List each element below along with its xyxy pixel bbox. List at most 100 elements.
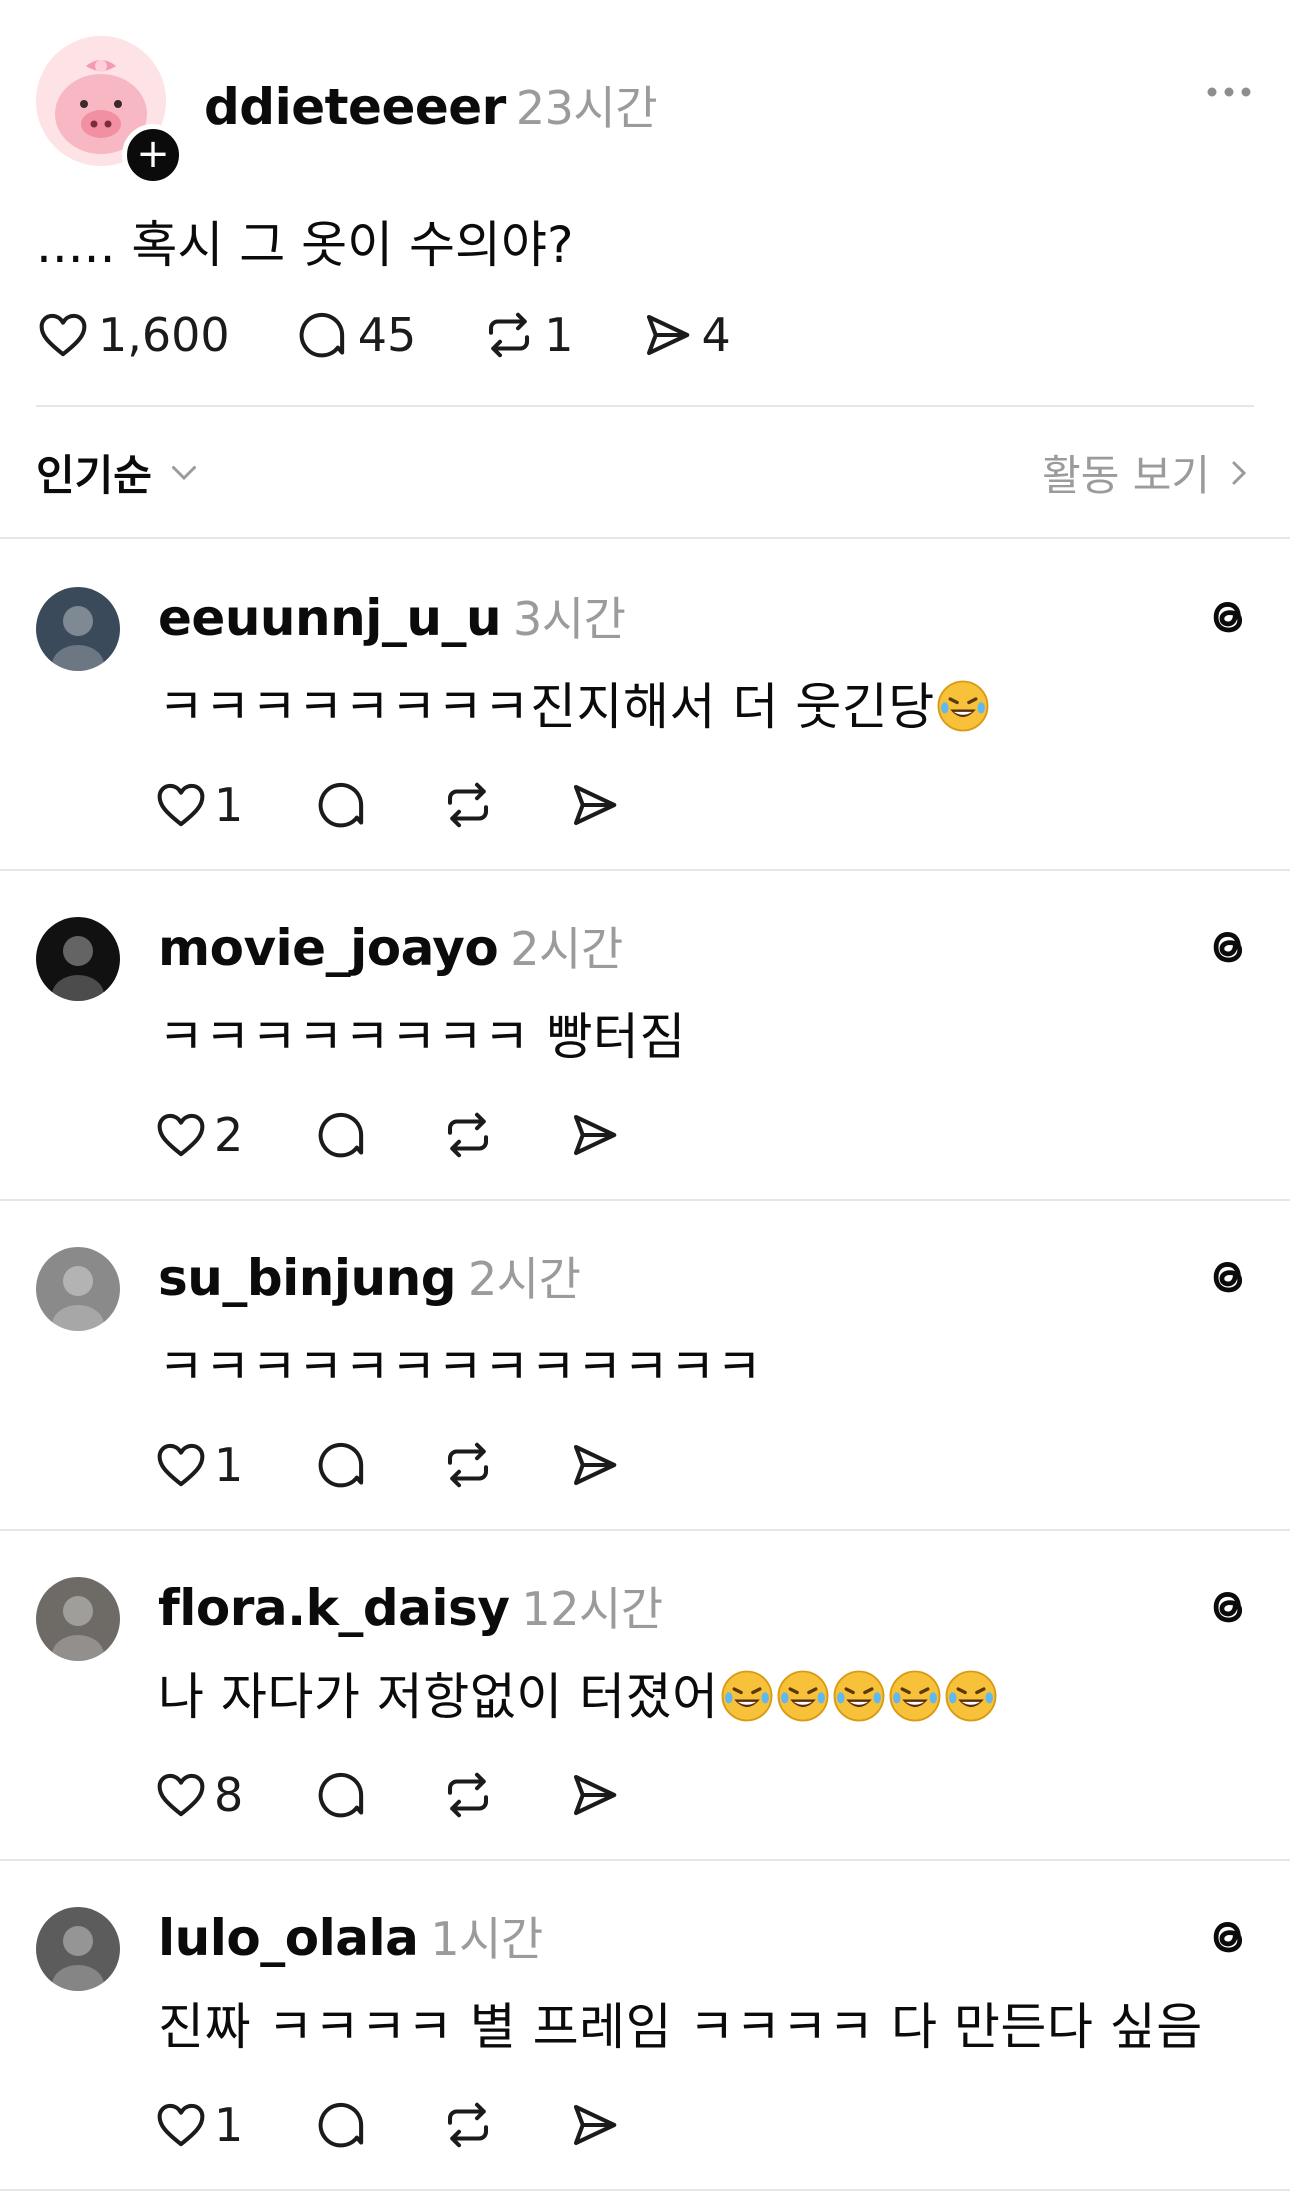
comment-username-text[interactable]: flora.k_daisy [158, 1579, 510, 1637]
comment-username[interactable]: flora.k_daisy 12시간 [158, 1573, 663, 1639]
avatar[interactable] [36, 1247, 120, 1331]
sort-dropdown[interactable]: 인기순 [36, 442, 152, 503]
like-button[interactable]: 1 [154, 2098, 243, 2152]
rofl-emoji [945, 1670, 997, 1722]
reply-button[interactable] [315, 1438, 369, 1492]
comment-text-body: ㅋㅋㅋㅋㅋㅋㅋㅋㅋㅋㅋㅋㅋ [158, 1338, 763, 1396]
repost-button[interactable]: 1 [482, 308, 574, 362]
comment-actions: 1 [154, 2095, 693, 2155]
repost-icon [489, 312, 530, 358]
comment-icon [318, 1442, 364, 1488]
reply-button[interactable]: 45 [296, 308, 417, 362]
comment-username[interactable]: eeuunnj_u_u 3시간 [158, 583, 626, 649]
share-icon [574, 784, 617, 826]
divider [36, 405, 1254, 407]
comment-actions: 2 [154, 1105, 693, 1165]
share-button[interactable] [567, 1768, 621, 1822]
heart-icon [157, 783, 205, 827]
threads-icon[interactable] [1202, 1251, 1254, 1303]
comment-time: 2시간 [468, 1252, 581, 1306]
comment-icon [318, 1112, 364, 1158]
like-button[interactable]: 1,600 [36, 308, 230, 362]
comment-item[interactable]: lulo_olala 1시간진짜 ㅋㅋㅋㅋ 별 프레임 ㅋㅋㅋㅋ 다 만든다 싶음… [0, 1859, 1290, 2189]
repost-button[interactable] [441, 1108, 495, 1162]
share-button[interactable] [567, 1438, 621, 1492]
like-count: 2 [214, 1108, 244, 1162]
share-icon [574, 1114, 617, 1156]
more-icon[interactable] [1204, 82, 1254, 102]
threads-icon[interactable] [1202, 591, 1254, 643]
view-activity-link[interactable]: 활동 보기 [1042, 442, 1254, 503]
rofl-emoji [889, 1670, 941, 1722]
repost-icon [448, 1442, 489, 1488]
share-count: 4 [701, 308, 731, 362]
threads-icon[interactable] [1202, 921, 1254, 973]
comment-item[interactable]: flora.k_daisy 12시간나 자다가 저항없이 터졌어 8 [0, 1529, 1290, 1859]
comment-text: ㅋㅋㅋㅋㅋㅋㅋㅋ 빵터짐 [158, 997, 686, 1069]
share-button[interactable] [567, 778, 621, 832]
rofl-emoji [833, 1670, 885, 1722]
repost-button[interactable] [441, 1438, 495, 1492]
share-icon [574, 1774, 617, 1816]
post-header: + ddieteeeer 23시간 [36, 36, 1254, 186]
comment-username-text[interactable]: movie_joayo [158, 919, 499, 977]
share-button[interactable]: 4 [640, 308, 731, 362]
avatar[interactable] [36, 587, 120, 671]
reply-button[interactable] [315, 1108, 369, 1162]
avatar[interactable] [36, 917, 120, 1001]
comment-time: 12시간 [521, 1582, 663, 1636]
comment-text-body: 나 자다가 저항없이 터졌어 [158, 1668, 719, 1726]
comment-text-body: ㅋㅋㅋㅋㅋㅋㅋㅋ진지해서 더 웃긴당 [158, 678, 935, 736]
comment-username-text[interactable]: lulo_olala [158, 1909, 419, 1967]
threads-icon[interactable] [1202, 1911, 1254, 1963]
like-count: 8 [214, 1768, 244, 1822]
post-time: 23시간 [515, 81, 658, 135]
comment-username-text[interactable]: eeuunnj_u_u [158, 589, 502, 647]
like-count: 1 [214, 2098, 244, 2152]
reply-button[interactable] [315, 1768, 369, 1822]
like-count: 1,600 [98, 308, 230, 362]
sort-row: 인기순 활동 보기 [36, 440, 1254, 500]
comment-username[interactable]: movie_joayo 2시간 [158, 913, 623, 979]
follow-plus-icon[interactable]: + [122, 124, 184, 186]
like-button[interactable]: 1 [154, 1438, 243, 1492]
avatar[interactable] [36, 1577, 120, 1661]
repost-icon [448, 2102, 489, 2148]
repost-button[interactable] [441, 1768, 495, 1822]
reply-button[interactable] [315, 778, 369, 832]
heart-icon [157, 2103, 205, 2147]
repost-button[interactable] [441, 778, 495, 832]
comment-time: 3시간 [513, 592, 626, 646]
threads-icon[interactable] [1202, 1581, 1254, 1633]
comment-actions: 1 [154, 1435, 693, 1495]
comment-text: ㅋㅋㅋㅋㅋㅋㅋㅋ진지해서 더 웃긴당 [158, 667, 991, 739]
comment-icon [318, 782, 364, 828]
like-button[interactable]: 8 [154, 1768, 243, 1822]
heart-icon [39, 313, 87, 357]
share-icon [574, 1444, 617, 1486]
repost-button[interactable] [441, 2098, 495, 2152]
comment-item[interactable]: su_binjung 2시간 ㅋㅋㅋㅋㅋㅋㅋㅋㅋㅋㅋㅋㅋ 1 [0, 1199, 1290, 1529]
repost-icon [448, 782, 489, 828]
like-count: 1 [214, 778, 244, 832]
share-icon [574, 2104, 617, 2146]
reply-count: 45 [357, 308, 417, 362]
comment-username[interactable]: su_binjung 2시간 [158, 1243, 581, 1309]
comment-item[interactable]: movie_joayo 2시간 ㅋㅋㅋㅋㅋㅋㅋㅋ 빵터짐 2 [0, 869, 1290, 1199]
like-button[interactable]: 1 [154, 778, 243, 832]
reply-button[interactable] [315, 2098, 369, 2152]
comment-item[interactable]: eeuunnj_u_u 3시간 ㅋㅋㅋㅋㅋㅋㅋㅋ진지해서 더 웃긴당 1 [0, 539, 1290, 869]
heart-icon [157, 1443, 205, 1487]
post-username-text[interactable]: ddieteeeer [204, 78, 506, 136]
comment-text: 진짜 ㅋㅋㅋㅋ 별 프레임 ㅋㅋㅋㅋ 다 만든다 싶음 [158, 1987, 1203, 2059]
share-button[interactable] [567, 1108, 621, 1162]
share-button[interactable] [567, 2098, 621, 2152]
comment-time: 1시간 [430, 1912, 543, 1966]
comment-username-text[interactable]: su_binjung [158, 1249, 457, 1307]
post-username[interactable]: ddieteeeer 23시간 [204, 72, 658, 138]
heart-icon [157, 1113, 205, 1157]
comment-username[interactable]: lulo_olala 1시간 [158, 1903, 543, 1969]
chevron-down-icon[interactable] [166, 454, 202, 490]
like-button[interactable]: 2 [154, 1108, 243, 1162]
avatar[interactable] [36, 1907, 120, 1991]
